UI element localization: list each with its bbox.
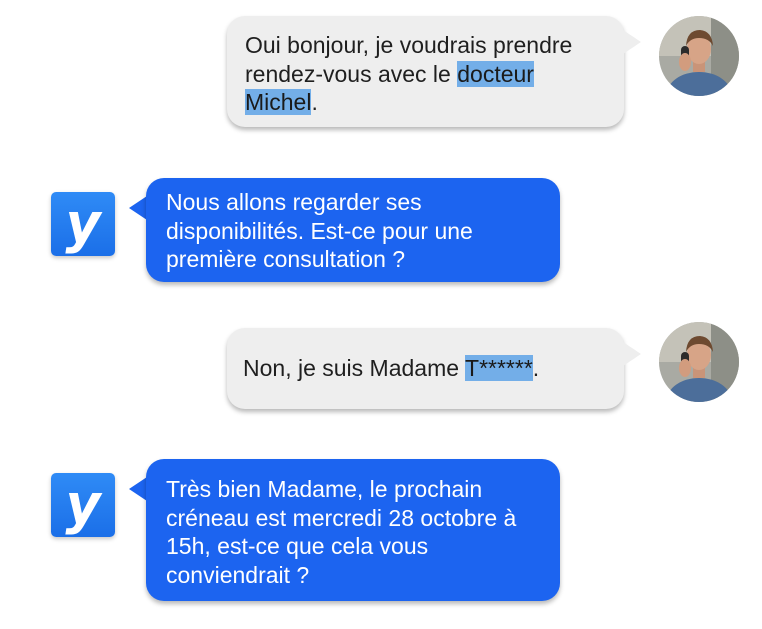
bubble-tail xyxy=(623,342,641,366)
bot-logo-letter: y xyxy=(65,192,101,255)
message-text: Très bien Madame, le prochain créneau es… xyxy=(166,476,517,588)
bubble-tail xyxy=(129,196,147,220)
user-message-bubble: Non, je suis Madame T******. xyxy=(227,328,624,409)
message-text: Non, je suis Madame xyxy=(243,355,466,381)
message-text-end: . xyxy=(311,89,318,115)
user-avatar-icon xyxy=(659,16,739,96)
bot-message-bubble: Nous allons regarder ses disponibilités.… xyxy=(146,178,560,282)
message-text: Nous allons regarder ses disponibilités.… xyxy=(166,189,473,272)
user-message-bubble: Oui bonjour, je voudrais prendre rendez-… xyxy=(227,16,624,127)
bot-logo-icon: y xyxy=(51,473,115,537)
user-avatar-icon xyxy=(659,322,739,402)
bot-logo-icon: y xyxy=(51,192,115,256)
bot-logo-letter: y xyxy=(65,473,101,536)
bot-message-bubble: Très bien Madame, le prochain créneau es… xyxy=(146,459,560,601)
bubble-tail xyxy=(129,477,147,501)
highlighted-entity: T****** xyxy=(465,355,533,381)
bubble-tail xyxy=(623,30,641,54)
message-text-end: . xyxy=(532,355,540,381)
